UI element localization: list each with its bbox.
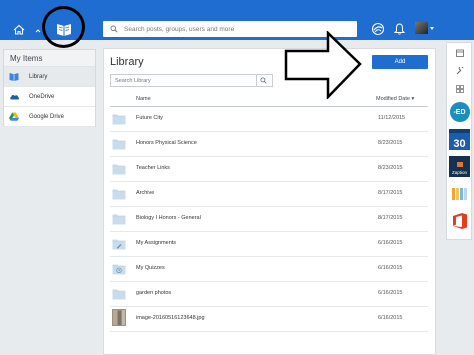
app-calendar-tile[interactable]: 30 [449,128,470,150]
app-zaption-label: Zaption [451,169,467,175]
sidebar-item-label: Library [29,73,48,80]
google-drive-icon [9,112,23,121]
folder-icon [112,287,126,300]
app-ed-label: -ED [449,102,470,122]
add-button[interactable]: Add [372,55,428,69]
backpack-icon[interactable] [370,21,386,37]
library-row[interactable]: Archive 8/17/2015 [110,182,428,207]
page-title: Library [110,56,144,68]
item-modified-date: 6/16/2015 [378,240,403,246]
calendar-tool-icon[interactable] [452,49,467,57]
library-search-input[interactable] [111,77,256,84]
folder-icon [112,137,126,150]
sidebar-item-google-drive[interactable]: Google Drive [4,107,95,127]
item-modified-date: 8/23/2015 [378,140,403,146]
quizzes-folder-icon [112,262,126,275]
item-modified-date: 6/16/2015 [378,290,403,296]
app-calendar-label: 30 [449,128,470,150]
library-row[interactable]: garden photos 6/16/2015 [110,282,428,307]
user-avatar[interactable] [415,22,428,34]
item-name[interactable]: My Quizzes [136,265,165,271]
modified-date-column-header[interactable]: Modified Date ▾ [376,96,414,102]
modified-date-label: Modified Date [376,96,410,102]
folder-icon [112,162,126,175]
zaption-logo-icon [456,161,463,167]
item-name[interactable]: Biology I Honors - General [136,215,201,221]
notifications-bell-icon[interactable] [391,21,407,37]
item-modified-date: 8/17/2015 [378,190,403,196]
library-row[interactable]: My Quizzes 6/16/2015 [110,257,428,282]
sidebar-item-label: OneDrive [29,93,55,100]
item-name[interactable]: image-20160516123648.jpg [136,315,205,321]
name-column-header[interactable]: Name [136,96,151,102]
library-row[interactable]: Teacher Links 8/23/2015 [110,157,428,182]
app-bars-tile[interactable] [449,183,470,205]
item-name[interactable]: Teacher Links [136,165,170,171]
item-name[interactable]: Honors Physical Science [136,140,197,146]
library-row[interactable]: Honors Physical Science 8/23/2015 [110,132,428,157]
colored-bars-app-icon [451,188,467,200]
office-logo-icon [452,213,467,229]
pointing-arrow-annotation [284,31,362,99]
library-panel: Library Add Name Modified Date ▾ Future … [103,48,436,355]
app-ed-tile[interactable]: -ED [449,101,470,123]
item-modified-date: 8/17/2015 [378,215,403,221]
item-name[interactable]: garden photos [136,290,171,296]
folder-icon [112,112,126,125]
folder-icon [112,187,126,200]
search-icon [107,25,121,33]
item-modified-date: 6/16/2015 [378,315,403,321]
home-icon[interactable] [11,21,27,37]
library-icon [9,72,23,81]
item-modified-date: 8/23/2015 [378,165,403,171]
apps-grid-icon[interactable] [452,85,467,93]
library-row[interactable]: Future City 11/12/2015 [110,107,428,132]
wrench-icon[interactable] [452,67,467,75]
caret-down-icon[interactable] [430,27,434,30]
sidebar-item-label: Google Drive [29,113,65,120]
image-thumbnail [112,309,126,326]
right-app-rail: -ED 30 Zaption [446,42,472,240]
item-name[interactable]: My Assignments [136,240,176,246]
highlight-circle-annotation [42,6,85,48]
item-name[interactable]: Future City [136,115,163,121]
library-row[interactable]: Biology I Honors - General 8/17/2015 [110,207,428,232]
library-row[interactable]: image-20160516123648.jpg 6/16/2015 [110,307,428,332]
search-icon[interactable] [256,74,270,87]
item-name[interactable]: Archive [136,190,154,196]
library-search[interactable] [110,74,273,87]
sidebar-item-library[interactable]: Library [4,67,95,87]
sidebar-item-onedrive[interactable]: OneDrive [4,87,95,107]
folder-icon [112,212,126,225]
app-zaption-tile[interactable]: Zaption [449,155,470,177]
sort-caret-icon: ▾ [411,96,415,102]
onedrive-icon [9,93,23,100]
library-row[interactable]: My Assignments 6/16/2015 [110,232,428,257]
my-items-title: My Items [4,50,95,67]
app-office-tile[interactable] [449,209,470,233]
my-items-panel: My Items Library OneDrive Google Drive [3,49,96,127]
assignments-folder-icon [112,237,126,250]
chevron-icon[interactable] [34,23,42,39]
item-modified-date: 11/12/2015 [378,115,406,121]
item-modified-date: 6/16/2015 [378,265,403,271]
